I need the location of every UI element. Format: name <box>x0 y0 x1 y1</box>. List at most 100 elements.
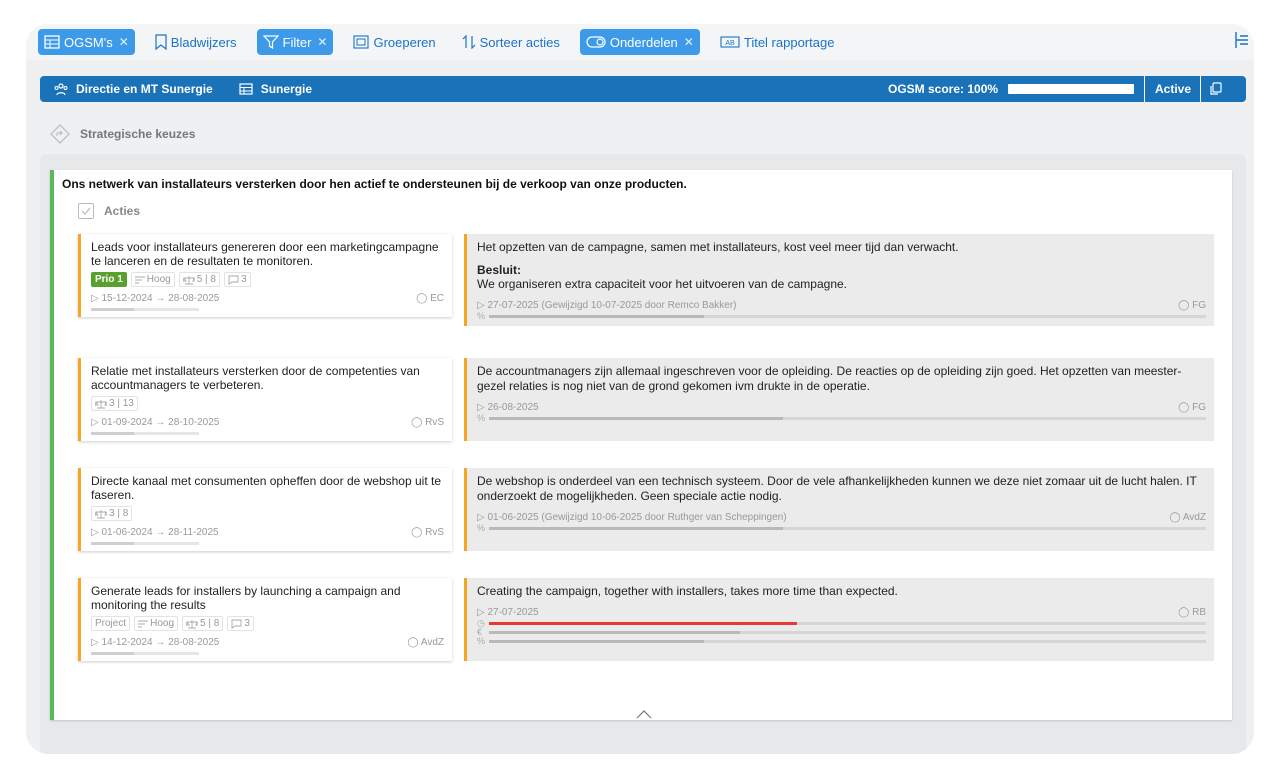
owner[interactable]: ◯ AvdZ <box>1169 512 1206 523</box>
owner-initials: FG <box>1192 402 1206 413</box>
owner-initials: AvdZ <box>420 637 444 648</box>
tag-comments[interactable]: 3 <box>223 272 251 287</box>
action-card[interactable]: Directe kanaal met consumenten opheffen … <box>78 468 452 551</box>
filter-icon <box>262 35 279 49</box>
progress-fill <box>489 526 783 530</box>
note-date: ▷ 26-08-2025 <box>477 402 539 413</box>
toolbar-item-label: Sorteer acties <box>479 34 560 50</box>
tag-scale[interactable]: 5 | 8 <box>182 616 224 631</box>
tag-label: 5 | 8 <box>200 618 220 629</box>
progress-fill <box>489 630 740 634</box>
org-name: Sunergie <box>260 82 313 96</box>
close-icon[interactable]: ✕ <box>119 35 129 49</box>
tag-label: 3 <box>244 618 250 629</box>
action-title: Directe kanaal met consumenten opheffen … <box>91 474 442 502</box>
ogsm-score-bar <box>1008 84 1135 94</box>
owner[interactable]: ◯ RB <box>1178 607 1206 618</box>
team-name: Directie en MT Sunergie <box>76 82 213 96</box>
comments-icon <box>231 619 244 629</box>
action-card[interactable]: Relatie met installateurs versterken doo… <box>78 358 452 441</box>
action-dates: ▷ 01-06-2024 → 28-11-2025 <box>91 527 219 538</box>
action-dates-row: ▷ 01-06-2024 → 28-11-2025 ◯ RvS <box>91 527 444 538</box>
priority-icon <box>134 276 147 284</box>
toolbar-bookmark-button[interactable]: Bladwijzers <box>149 29 243 55</box>
owner[interactable]: ◯ RvS <box>411 527 444 538</box>
close-icon[interactable]: ✕ <box>317 35 327 49</box>
toolbar-title-ab-button[interactable]: AB Titel rapportage <box>714 29 841 55</box>
toolbar-group-button[interactable]: Groeperen <box>347 29 441 55</box>
tag-label: Hoog <box>146 274 171 285</box>
note-meta: ▷ 01-06-2025 (Gewijzigd 10-06-2025 door … <box>477 512 1206 523</box>
besluit-text: We organiseren extra capaciteit voor het… <box>477 277 847 291</box>
owner[interactable]: ◯ AvdZ <box>407 637 444 648</box>
status-badge[interactable]: Active <box>1144 76 1191 102</box>
team-segment[interactable]: Directie en MT Sunergie <box>54 82 213 96</box>
bookmark-icon <box>155 34 167 50</box>
checkbox-icon <box>78 203 94 219</box>
tag-comments[interactable]: 3 <box>227 616 254 631</box>
group-icon <box>353 35 370 49</box>
close-icon[interactable]: ✕ <box>684 35 694 49</box>
tag-priority[interactable]: Hoog <box>130 272 175 287</box>
note-progress-row: % <box>477 311 1206 321</box>
tag-scale[interactable]: 3 | 13 <box>91 396 138 411</box>
owner-initials: EC <box>430 293 444 304</box>
note-text: De accountmanagers zijn allemaal ingesch… <box>477 364 1182 393</box>
title-ab-icon: AB <box>720 36 740 48</box>
tag-label: 3 | 8 <box>109 508 129 519</box>
status-note[interactable]: De accountmanagers zijn allemaal ingesch… <box>464 358 1214 441</box>
progress-symbol: % <box>477 413 486 423</box>
tag-project[interactable]: Project <box>91 616 131 631</box>
toolbar-item-label: Filter <box>282 34 312 50</box>
tag-scale[interactable]: 3 | 8 <box>91 506 133 521</box>
owner[interactable]: ◯ FG <box>1178 402 1206 413</box>
toolbar-table-button[interactable]: OGSM's ✕ <box>38 29 135 55</box>
action-card[interactable]: Leads voor installateurs genereren door … <box>78 234 452 317</box>
tag-label: 3 <box>240 274 247 285</box>
scale-icon <box>182 275 197 285</box>
status-note[interactable]: De webshop is onderdeel van een technisc… <box>464 468 1214 551</box>
note-text: Het opzetten van de campagne, samen met … <box>477 240 959 254</box>
acties-header[interactable]: Acties <box>78 203 140 219</box>
toolbar-sort-button[interactable]: Sorteer acties <box>456 29 566 55</box>
tag-scale[interactable]: 5 | 8 <box>178 272 220 287</box>
owner[interactable]: ◯ RvS <box>411 417 444 428</box>
section-title: Strategische keuzes <box>80 127 196 141</box>
note-meta: ▷ 27-07-2025 (Gewijzigd 10-07-2025 door … <box>477 300 1206 311</box>
tag-label: 5 | 8 <box>196 274 216 285</box>
org-segment[interactable]: Sunergie <box>239 82 312 96</box>
owner-initials: AvdZ <box>1182 512 1206 523</box>
tag-label: 3 | 13 <box>109 398 134 409</box>
chevron-up-icon[interactable] <box>636 706 652 724</box>
toolbar-item-label: OGSM's <box>64 34 113 50</box>
comments-icon <box>228 275 241 285</box>
tag-prio[interactable]: Prio 1 <box>91 272 127 287</box>
tag-priority[interactable]: Hoog <box>134 616 179 631</box>
sidebar-toggle-icon[interactable] <box>1234 30 1250 55</box>
owner[interactable]: ◯ FG <box>1178 300 1206 311</box>
action-title: Relatie met installateurs versterken doo… <box>91 364 420 392</box>
section-header[interactable]: Strategische keuzes <box>50 124 195 144</box>
copy-icon[interactable] <box>1200 76 1223 102</box>
toolbar-item-label: Titel rapportage <box>743 34 835 50</box>
toolbar-item-label: Onderdelen <box>609 34 678 50</box>
owner-initials: RvS <box>425 527 444 538</box>
status-note[interactable]: Creating the campaign, together with ins… <box>464 578 1214 661</box>
progress-symbol: % <box>477 523 486 533</box>
table-icon <box>44 35 60 49</box>
note-date: ▷ 27-07-2025 (Gewijzigd 10-07-2025 door … <box>477 300 737 311</box>
action-dates: ▷ 01-09-2024 → 28-10-2025 <box>91 417 220 428</box>
status-label: Active <box>1155 82 1192 96</box>
tag-label: Prio 1 <box>95 274 123 285</box>
strategy-icon <box>50 124 70 144</box>
action-tags: Project Hoog 5 | 8 3 <box>91 616 444 631</box>
note-meta: ▷ 27-07-2025 ◯ RB <box>477 607 1206 618</box>
status-note[interactable]: Het opzetten van de campagne, samen met … <box>464 234 1214 326</box>
action-tags: 3 | 8 <box>91 506 444 521</box>
team-icon <box>54 82 68 96</box>
action-card[interactable]: Generate leads for installers by launchi… <box>78 578 452 661</box>
owner[interactable]: ◯ EC <box>416 293 444 304</box>
toolbar-item-label: Groeperen <box>373 34 436 50</box>
toolbar-filter-button[interactable]: Filter ✕ <box>256 29 334 55</box>
toolbar-toggle-button[interactable]: Onderdelen ✕ <box>579 29 700 55</box>
